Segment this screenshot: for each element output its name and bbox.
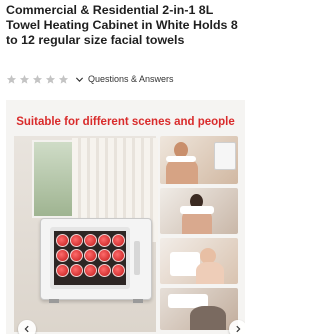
cabinet-door-window bbox=[50, 227, 130, 289]
rolled-towel bbox=[84, 234, 97, 247]
person-body bbox=[190, 306, 226, 330]
star-icon bbox=[19, 74, 30, 84]
rolled-towel bbox=[112, 249, 125, 262]
barber-towel-photo bbox=[160, 288, 238, 330]
product-title: Commercial & Residential 2-in-1 8L Towel… bbox=[6, 3, 238, 47]
chevron-down-icon bbox=[75, 76, 84, 82]
product-image-gallery[interactable]: Suitable for different scenes and people bbox=[6, 100, 245, 334]
white-towel bbox=[166, 156, 196, 162]
white-towel bbox=[180, 206, 214, 214]
rolled-towel bbox=[98, 264, 111, 277]
towel-cabinet-image bbox=[40, 218, 152, 303]
star-icon bbox=[6, 74, 17, 84]
gallery-heading: Suitable for different scenes and people bbox=[16, 116, 235, 128]
rolled-towel bbox=[112, 264, 125, 277]
cabinet-foot bbox=[133, 299, 143, 303]
rolled-towel bbox=[70, 264, 83, 277]
previous-image-button[interactable] bbox=[18, 320, 36, 334]
baby-body bbox=[196, 262, 224, 284]
chevron-right-icon bbox=[236, 325, 241, 333]
star-icon bbox=[58, 74, 69, 84]
chevron-left-icon bbox=[24, 325, 29, 333]
rolled-towel bbox=[56, 264, 69, 277]
rating-row[interactable]: Questions & Answers bbox=[6, 72, 174, 86]
rolled-towel bbox=[84, 249, 97, 262]
rolled-towel bbox=[70, 249, 83, 262]
rolled-towel bbox=[56, 234, 69, 247]
woman-with-towel-photo bbox=[160, 188, 238, 234]
mini-cabinet-image bbox=[214, 142, 236, 170]
rolled-towel bbox=[84, 264, 97, 277]
cabinet-foot bbox=[49, 299, 59, 303]
window-image bbox=[32, 140, 76, 218]
qa-label: Questions & Answers bbox=[88, 74, 174, 84]
star-icon bbox=[32, 74, 43, 84]
baby-towel-photo bbox=[160, 238, 238, 284]
rolled-towel bbox=[98, 234, 111, 247]
rolled-towel bbox=[70, 234, 83, 247]
next-image-button[interactable] bbox=[229, 320, 245, 334]
cabinet-handle bbox=[134, 241, 140, 275]
star-icon bbox=[45, 74, 56, 84]
rolled-towel bbox=[56, 249, 69, 262]
rolled-towel bbox=[98, 249, 111, 262]
rolled-towel bbox=[112, 234, 125, 247]
questions-answers-link[interactable]: Questions & Answers bbox=[75, 74, 174, 84]
